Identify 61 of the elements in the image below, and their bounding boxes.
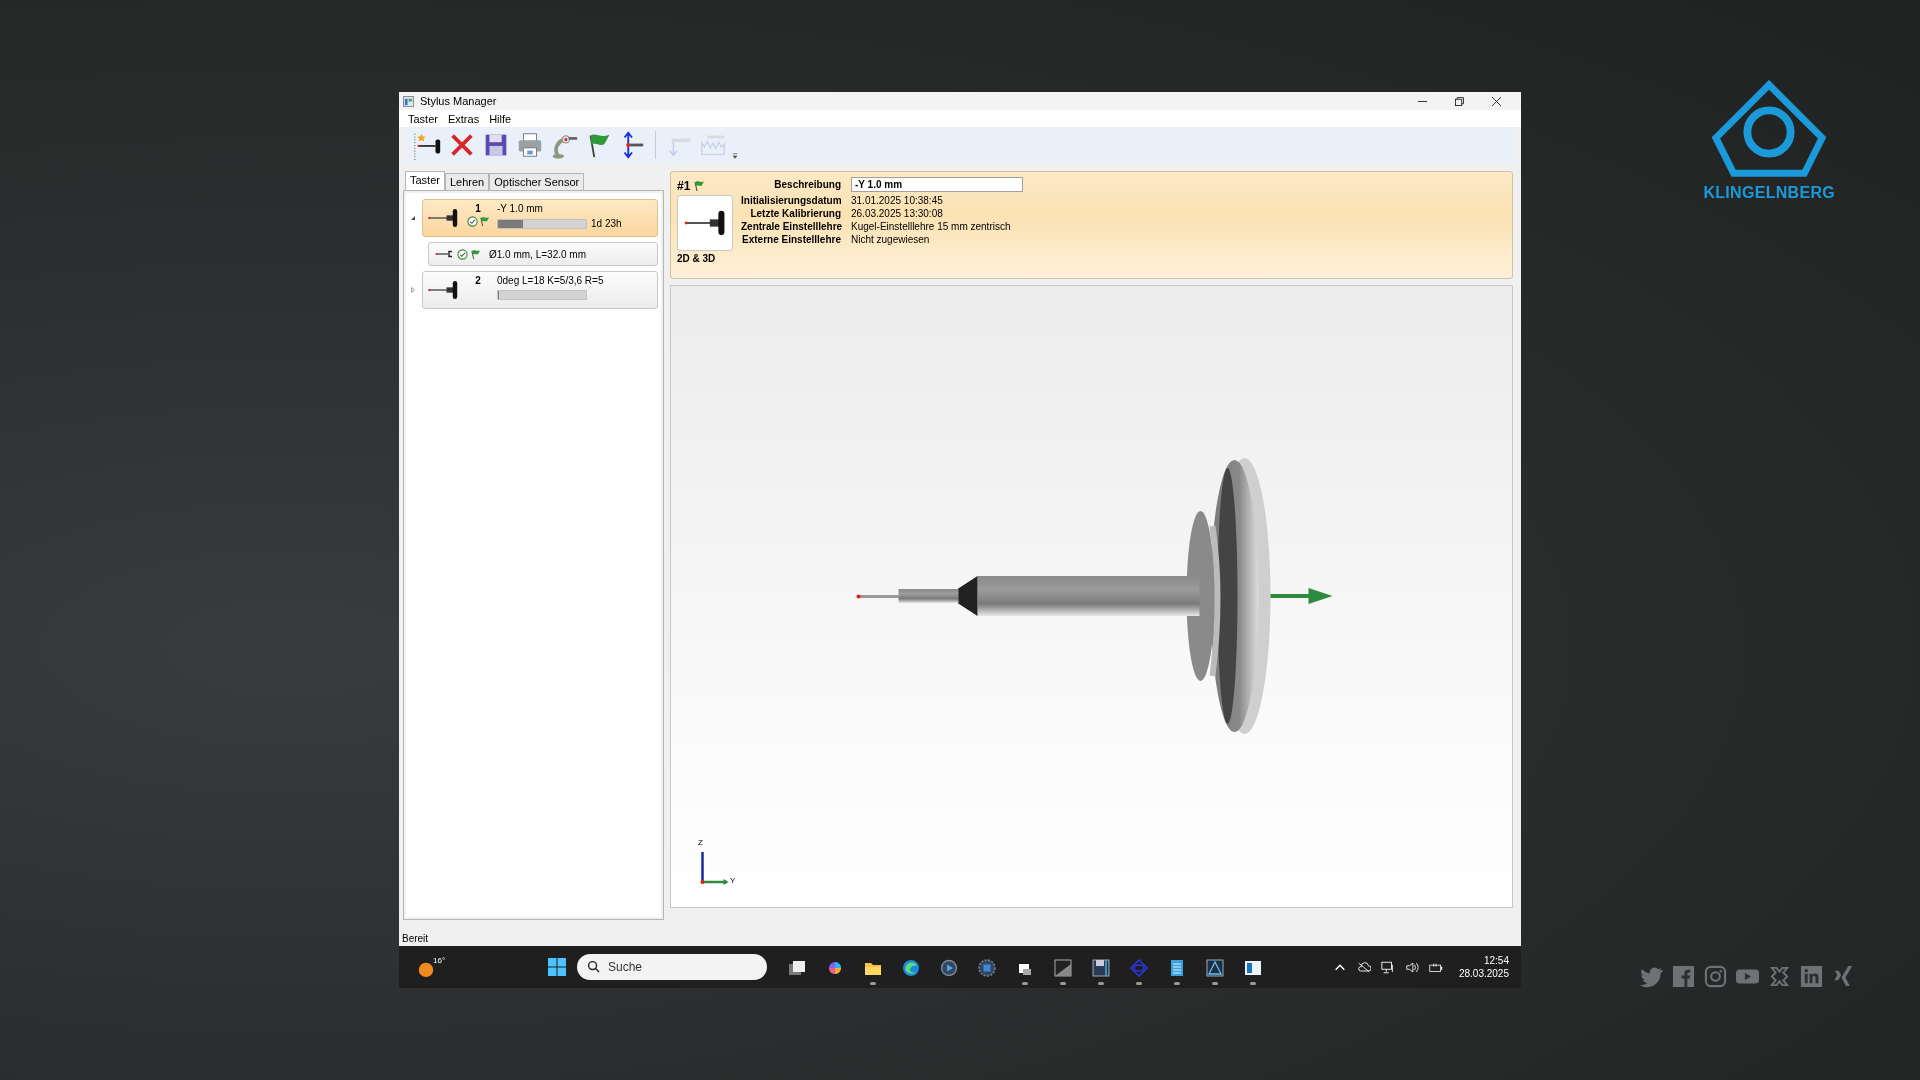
expand-icon[interactable]: [410, 287, 416, 293]
brand-name: KLINGELNBERG: [1703, 184, 1835, 202]
field-label: Letzte Kalibrierung: [749, 208, 841, 219]
bird-icon[interactable]: [1640, 965, 1663, 988]
menu-item[interactable]: Hilfe: [484, 112, 517, 125]
axis-triad-drawing: [700, 852, 729, 885]
field-label: Beschreibung: [773, 179, 841, 190]
flag-icon: [470, 248, 481, 260]
play-icon[interactable]: [939, 957, 959, 978]
axis-label: Y: [730, 876, 736, 885]
menu-item[interactable]: Extras: [442, 112, 485, 125]
field-label: Initialisierungsdatum: [741, 195, 841, 206]
description-field[interactable]: -Y 1.0 mm: [851, 177, 1023, 192]
cloud-off-icon[interactable]: [1356, 960, 1371, 974]
cross-icon[interactable]: [1768, 965, 1791, 988]
tab[interactable]: Optischer Sensor: [489, 173, 585, 190]
logo-icon: [1710, 80, 1829, 180]
window-title: Stylus Manager: [420, 95, 497, 107]
network-icon[interactable]: [1380, 960, 1395, 974]
tip-item[interactable]: Ø1.0 mm, L=32.0 mm: [428, 242, 658, 266]
direction-arrow: [1270, 588, 1333, 604]
linkedin-icon[interactable]: [1800, 965, 1823, 988]
field-value: Nicht zugewiesen: [851, 234, 931, 245]
stylus-item[interactable]: 2 0deg L=18 K=5/3,6 R=5: [422, 271, 658, 309]
tab[interactable]: Taster: [405, 171, 445, 190]
stylus-item[interactable]: 1 -Y 1.0 mm 1d 23h: [422, 199, 658, 237]
axis-label: Z: [698, 838, 703, 847]
xing-icon[interactable]: [1832, 965, 1855, 988]
tip-description: Ø1.0 mm, L=32.0 mm: [489, 248, 586, 260]
stylus-description: 0deg L=18 K=5/3,6 R=5: [497, 275, 604, 286]
windows-icon[interactable]: [547, 957, 567, 977]
mode-label: 2D & 3D: [677, 253, 717, 264]
gear-icon[interactable]: [977, 957, 997, 978]
weather-icon[interactable]: [417, 960, 435, 978]
stylus-number: #1: [677, 179, 691, 193]
stylus-description: -Y 1.0 mm: [497, 203, 544, 214]
collapse-icon[interactable]: [410, 215, 416, 221]
app-icon: [403, 95, 414, 107]
field-label: Zentrale Einstelllehre: [741, 221, 841, 232]
tip-icon: [435, 250, 453, 258]
temperature: 16°: [433, 956, 446, 965]
remaining-time: 1d 23h: [591, 218, 622, 229]
flag-icon: [478, 216, 490, 227]
field-value: 31.01.2025 10:38:45: [851, 195, 944, 206]
field-value: 26.03.2025 13:30:08: [851, 208, 944, 219]
speaker-icon[interactable]: [1404, 960, 1419, 974]
browser-icon[interactable]: [901, 957, 921, 978]
stylus-number: 2: [475, 275, 481, 286]
camera-icon[interactable]: [1704, 965, 1727, 988]
overflow-icon[interactable]: [732, 153, 738, 159]
status-text: Bereit: [402, 932, 429, 944]
clock[interactable]: 12:54 28.03.2025: [1458, 955, 1509, 979]
close-icon[interactable]: [1492, 96, 1501, 106]
field-value: Kugel-Einstelllehre 15 mm zentrisch: [851, 221, 1012, 232]
facebook-icon[interactable]: [1672, 965, 1695, 988]
search-field[interactable]: Suche: [577, 954, 767, 980]
stylus-number: 1: [475, 203, 481, 214]
restore-icon[interactable]: [1455, 96, 1464, 106]
tab[interactable]: Lehren: [444, 173, 490, 190]
menu-item[interactable]: Taster: [403, 112, 443, 125]
field-label: Externe Einstelllehre: [741, 234, 841, 245]
